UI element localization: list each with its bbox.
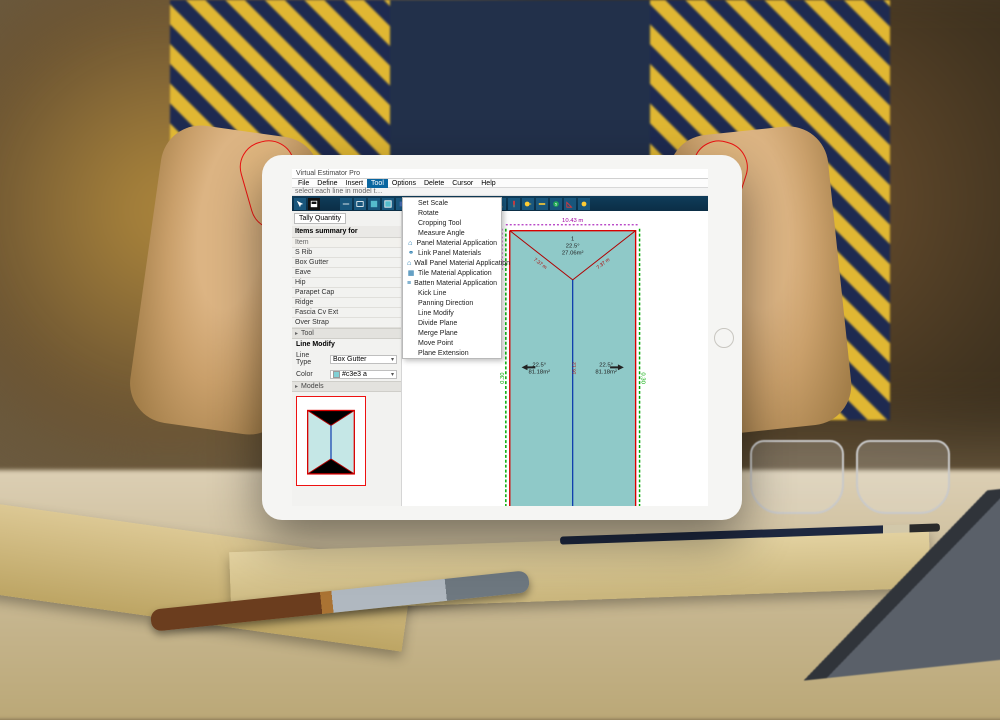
tool-hammer2-icon[interactable]	[508, 198, 520, 210]
left-panel: Tally Quantity Items summary for Item S …	[292, 211, 402, 506]
tile-icon: ▦	[407, 269, 415, 277]
menu-item[interactable]: Line Modify	[403, 308, 501, 318]
tool-panel-icon[interactable]	[368, 198, 380, 210]
table-row[interactable]: Over Strap	[292, 318, 401, 328]
svg-text:1: 1	[571, 237, 574, 243]
items-summary-header: Items summary for	[292, 226, 401, 238]
models-section[interactable]: Models	[292, 381, 401, 392]
menu-item[interactable]: ≡Batten Material Application	[403, 278, 501, 288]
link-icon: ⚭	[407, 249, 415, 257]
home-icon: ⌂	[407, 259, 411, 267]
tool-circle5-icon[interactable]: 5	[550, 198, 562, 210]
svg-text:27.06m²: 27.06m²	[562, 250, 584, 256]
color-select[interactable]: #c3e3 a	[330, 370, 397, 379]
table-row[interactable]: Hip	[292, 278, 401, 288]
menu-item[interactable]: ⌂Wall Panel Material Application	[403, 258, 501, 268]
tool-fill-icon[interactable]	[382, 198, 394, 210]
table-row[interactable]: Fascia Cv Ext	[292, 308, 401, 318]
menu-item[interactable]: Move Point	[403, 338, 501, 348]
batten-icon: ≡	[407, 279, 411, 287]
table-row[interactable]: Ridge	[292, 298, 401, 308]
items-col-header: Item	[292, 238, 401, 248]
table-row[interactable]: Box Gutter	[292, 258, 401, 268]
estimator-app: Virtual Estimator Pro File Define Insert…	[292, 169, 708, 506]
svg-text:22.5°: 22.5°	[566, 243, 580, 249]
tool-tape-icon[interactable]	[522, 198, 534, 210]
tool-select-icon[interactable]	[294, 198, 306, 210]
menu-item[interactable]: Kick Line	[403, 288, 501, 298]
tool-ruler-icon[interactable]	[536, 198, 548, 210]
tablet-screen: Virtual Estimator Pro File Define Insert…	[292, 169, 708, 506]
menu-options[interactable]: Options	[388, 179, 420, 188]
menu-bar: File Define Insert Tool Options Delete C…	[292, 179, 708, 188]
menu-item[interactable]: ⌂Panel Material Application	[403, 238, 501, 248]
tool-save-icon[interactable]	[308, 198, 320, 210]
menu-insert[interactable]: Insert	[342, 179, 368, 188]
linetype-label: Line Type	[296, 352, 326, 366]
table-row[interactable]: Parapet Cap	[292, 288, 401, 298]
menu-item[interactable]: Set Scale	[403, 198, 501, 208]
tool-tape2-icon[interactable]	[578, 198, 590, 210]
color-label: Color	[296, 371, 326, 378]
window-title: Virtual Estimator Pro	[292, 169, 708, 179]
svg-text:81.18m²: 81.18m²	[595, 369, 617, 375]
menu-cursor[interactable]: Cursor	[448, 179, 477, 188]
menu-item[interactable]: Measure Angle	[403, 228, 501, 238]
color-swatch-icon	[333, 371, 340, 378]
menu-file[interactable]: File	[294, 179, 313, 188]
linetype-select[interactable]: Box Gutter	[330, 355, 397, 364]
home-icon: ⌂	[407, 239, 413, 247]
menu-item[interactable]: Rotate	[403, 208, 501, 218]
helper-bar: select each line in model t…	[292, 188, 708, 196]
tool-rect-icon[interactable]	[354, 198, 366, 210]
menu-item[interactable]: Divide Plane	[403, 318, 501, 328]
menu-item[interactable]: Panning Direction	[403, 298, 501, 308]
menu-item[interactable]: ⚭Link Panel Materials	[403, 248, 501, 258]
table-row[interactable]: Eave	[292, 268, 401, 278]
menu-tool[interactable]: Tool	[367, 179, 388, 188]
menu-delete[interactable]: Delete	[420, 179, 448, 188]
items-table: Item S Rib Box Gutter Eave Hip Parapet C…	[292, 238, 401, 328]
menu-help[interactable]: Help	[477, 179, 499, 188]
tool-menu-dropdown: Set Scale Rotate Cropping Tool Measure A…	[402, 197, 502, 359]
tool-angle-icon[interactable]	[564, 198, 576, 210]
tablet-device: Virtual Estimator Pro File Define Insert…	[262, 155, 742, 520]
menu-item[interactable]: Merge Plane	[403, 328, 501, 338]
svg-text:0.30: 0.30	[500, 372, 506, 384]
dim-top-width: 10.43 m	[562, 218, 583, 224]
menu-define[interactable]: Define	[313, 179, 341, 188]
svg-text:0.30: 0.30	[640, 372, 646, 384]
tool-section[interactable]: Tool	[292, 328, 401, 339]
svg-text:16.12: 16.12	[572, 362, 578, 375]
menu-item[interactable]: Cropping Tool	[403, 218, 501, 228]
menu-item[interactable]: Plane Extension	[403, 348, 501, 358]
table-row[interactable]: S Rib	[292, 248, 401, 258]
menu-item[interactable]: ▦Tile Material Application	[403, 268, 501, 278]
tab-tally-quantity[interactable]: Tally Quantity	[294, 213, 346, 224]
tool-line-icon[interactable]	[340, 198, 352, 210]
tablet-home-button[interactable]	[714, 328, 734, 348]
model-thumbnail[interactable]	[296, 396, 366, 486]
svg-text:81.18m²: 81.18m²	[528, 369, 550, 375]
line-modify-title: Line Modify	[296, 341, 397, 348]
